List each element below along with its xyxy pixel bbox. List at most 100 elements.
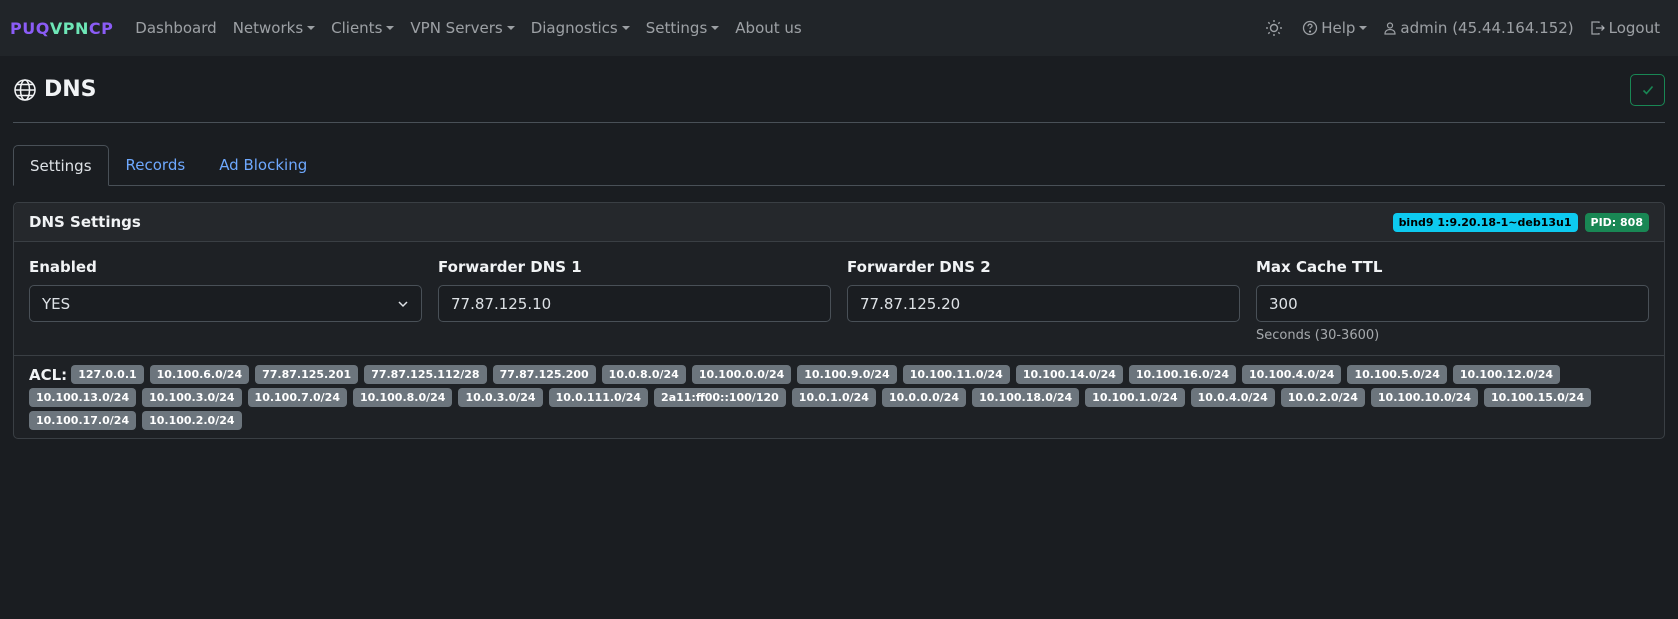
acl-entry-badge: 127.0.0.1 xyxy=(71,365,144,384)
max-ttl-field: Max Cache TTL Seconds (30-3600) xyxy=(1256,258,1649,343)
logout-link[interactable]: Logout xyxy=(1582,19,1668,37)
settings-form: Enabled YES Forwarder DNS 1 Forwarder DN… xyxy=(14,242,1664,356)
acl-entry-badge: 10.100.10.0/24 xyxy=(1370,388,1478,407)
page-title: DNS xyxy=(44,77,97,102)
chevron-down-icon xyxy=(386,26,395,30)
sun-icon xyxy=(1265,19,1283,37)
acl-entry-badge: 77.87.125.200 xyxy=(492,365,596,384)
globe-icon xyxy=(13,78,37,102)
nav-item-label: Dashboard xyxy=(135,19,217,37)
user-menu[interactable]: admin (45.44.164.152) xyxy=(1375,19,1581,37)
acl-entry-badge: 10.0.2.0/24 xyxy=(1280,388,1365,407)
tab-bar: Settings Records Ad Blocking xyxy=(13,145,1665,186)
forwarder1-input[interactable] xyxy=(438,285,831,322)
brand-part-3: CP xyxy=(88,18,114,38)
chevron-down-icon xyxy=(621,26,630,30)
nav-diagnostics[interactable]: Diagnostics xyxy=(523,19,638,37)
forwarder2-input[interactable] xyxy=(847,285,1240,322)
help-circle-icon xyxy=(1302,20,1318,36)
help-label: Help xyxy=(1321,19,1356,37)
tab-ad-blocking[interactable]: Ad Blocking xyxy=(202,145,324,185)
acl-label: ACL: xyxy=(29,365,68,384)
nav-item-label: Diagnostics xyxy=(530,19,618,37)
chevron-down-icon xyxy=(1359,26,1368,30)
acl-entry-badge: 10.100.17.0/24 xyxy=(29,411,137,430)
nav-settings[interactable]: Settings xyxy=(638,19,728,37)
acl-entry-badge: 10.100.5.0/24 xyxy=(1347,365,1447,384)
acl-entry-badge: 77.87.125.112/28 xyxy=(364,365,487,384)
enabled-label: Enabled xyxy=(29,258,97,276)
nav-vpn-servers[interactable]: VPN Servers xyxy=(402,19,522,37)
dns-settings-card: DNS Settings bind9 1:9.20.18-1~deb13u1 P… xyxy=(13,202,1665,439)
acl-list: ACL: 127.0.0.1 10.100.6.0/24 77.87.125.201… xyxy=(14,356,1664,438)
brand-logo[interactable]: PUQVPNCP xyxy=(10,19,113,38)
acl-entry-badge: 2a11:ff00::100/120 xyxy=(654,388,786,407)
forwarder2-label: Forwarder DNS 2 xyxy=(847,258,991,276)
chevron-down-icon xyxy=(397,298,409,310)
acl-entry-badge: 10.100.8.0/24 xyxy=(353,388,453,407)
acl-entry-badge: 10.100.12.0/24 xyxy=(1452,365,1560,384)
acl-entry-badge: 10.0.111.0/24 xyxy=(548,388,649,407)
help-menu[interactable]: Help xyxy=(1294,19,1375,37)
user-label: admin (45.44.164.152) xyxy=(1400,19,1574,37)
acl-entry-badge: 10.0.1.0/24 xyxy=(791,388,876,407)
nav-about-us[interactable]: About us xyxy=(727,19,809,37)
check-icon xyxy=(1641,83,1655,97)
nav-item-label: About us xyxy=(735,19,802,37)
tab-records[interactable]: Records xyxy=(109,145,203,185)
max-ttl-label: Max Cache TTL xyxy=(1256,258,1383,276)
acl-entry-badge: 10.100.0.0/24 xyxy=(691,365,792,384)
acl-entry-badge: 10.0.3.0/24 xyxy=(458,388,543,407)
max-ttl-input[interactable] xyxy=(1256,285,1649,322)
acl-entry-badge: 10.100.16.0/24 xyxy=(1128,365,1236,384)
brand-part-2: VPN xyxy=(49,18,89,38)
logout-icon xyxy=(1590,20,1606,36)
acl-entry-badge: 10.100.13.0/24 xyxy=(29,388,137,407)
acl-entry-badge: 10.100.2.0/24 xyxy=(142,411,242,430)
status-check-button[interactable] xyxy=(1630,73,1665,106)
acl-entry-badge: 10.0.0.0/24 xyxy=(881,388,967,407)
acl-entry-badge: 10.100.14.0/24 xyxy=(1015,365,1123,384)
nav-networks[interactable]: Networks xyxy=(225,19,323,37)
theme-toggle[interactable] xyxy=(1257,19,1294,37)
nav-item-label: Clients xyxy=(331,19,383,37)
acl-entry-badge: 77.87.125.201 xyxy=(255,365,359,384)
nav-item-label: VPN Servers xyxy=(410,19,503,37)
max-ttl-help: Seconds (30-3600) xyxy=(1256,328,1380,343)
pid-badge: PID: 808 xyxy=(1584,212,1649,232)
acl-entry-badge: 10.100.9.0/24 xyxy=(797,365,897,384)
chevron-down-icon xyxy=(506,26,515,30)
nav-dashboard[interactable]: Dashboard xyxy=(127,19,224,37)
forwarder2-field: Forwarder DNS 2 xyxy=(847,258,1240,343)
acl-entry-badge: 10.0.4.0/24 xyxy=(1190,388,1275,407)
enabled-field: Enabled YES xyxy=(29,258,422,343)
forwarder1-field: Forwarder DNS 1 xyxy=(438,258,831,343)
tab-settings[interactable]: Settings xyxy=(13,145,109,186)
acl-entry-badge: 10.100.4.0/24 xyxy=(1242,365,1342,384)
page-header: DNS xyxy=(13,57,1665,123)
main-content: DNS Settings Records Ad Blocking DNS Set… xyxy=(0,57,1678,439)
brand-part-1: PUQ xyxy=(10,18,50,38)
acl-entry-badge: 10.0.8.0/24 xyxy=(601,365,686,384)
logout-label: Logout xyxy=(1608,19,1660,37)
acl-entry-badge: 10.100.1.0/24 xyxy=(1085,388,1185,407)
forwarder1-label: Forwarder DNS 1 xyxy=(438,258,582,276)
nav-clients[interactable]: Clients xyxy=(323,19,402,37)
navbar: PUQVPNCP Dashboard Networks Clients VPN Ser… xyxy=(0,0,1678,57)
enabled-value: YES xyxy=(42,294,71,313)
acl-entry-badge: 10.100.3.0/24 xyxy=(142,388,242,407)
acl-entry-badge: 10.100.7.0/24 xyxy=(247,388,347,407)
acl-entry-badge: 10.100.6.0/24 xyxy=(149,365,250,384)
chevron-down-icon xyxy=(307,26,316,30)
nav-menu: Dashboard Networks Clients VPN Servers Diagn… xyxy=(127,19,809,37)
user-icon xyxy=(1383,21,1397,35)
version-badge: bind9 1:9.20.18-1~deb13u1 xyxy=(1392,212,1578,232)
enabled-select[interactable]: YES xyxy=(29,285,422,322)
nav-item-label: Networks xyxy=(232,19,304,37)
acl-entry-badge: 10.100.18.0/24 xyxy=(972,388,1080,407)
card-title: DNS Settings xyxy=(29,213,141,231)
nav-item-label: Settings xyxy=(645,19,708,37)
acl-entry-badge: 10.100.15.0/24 xyxy=(1484,388,1592,407)
acl-entry-badge: 10.100.11.0/24 xyxy=(902,365,1010,384)
chevron-down-icon xyxy=(711,26,720,30)
